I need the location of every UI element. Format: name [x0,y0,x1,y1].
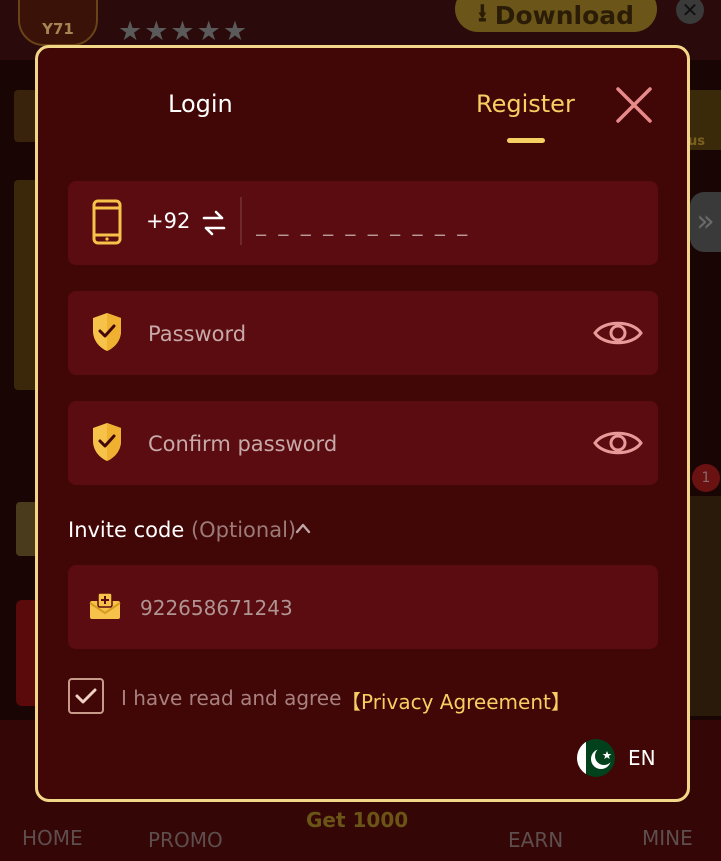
invite-code-label[interactable]: Invite code (Optional) [68,518,296,542]
active-tab-indicator [507,138,545,143]
notification-badge: 1 [692,464,720,492]
side-card-right: us [688,90,721,150]
side-card-label: us [688,134,705,149]
privacy-agreement-link[interactable]: 【Privacy Agreement】 [341,686,571,715]
chevron-up-icon[interactable] [295,522,311,534]
nav-earn[interactable]: EARN [508,828,563,852]
field-divider [240,197,242,245]
password-field [68,291,658,375]
download-icon: ⭳ [477,0,487,27]
agree-checkbox[interactable] [68,678,104,714]
invite-code-input[interactable] [138,585,622,631]
phone-input[interactable] [254,201,638,247]
eye-icon[interactable] [592,426,644,460]
nav-mine[interactable]: MINE [642,826,693,850]
invite-optional-text: (Optional) [190,518,297,542]
close-icon[interactable] [610,81,658,129]
confirm-password-field [68,401,658,485]
pakistan-flag-icon[interactable] [576,738,616,778]
tab-register[interactable]: Register [476,90,575,118]
invite-label-text: Invite code [68,518,185,542]
password-input[interactable] [146,311,570,357]
envelope-icon [89,592,121,619]
phone-icon [92,199,122,245]
checkmark-icon [75,688,97,704]
phone-field: +92 [68,181,658,265]
country-code[interactable]: +92 [146,209,190,233]
confirm-password-input[interactable] [146,421,570,467]
eye-icon[interactable] [592,316,644,350]
app-logo: Y71 [18,0,98,46]
nav-promo[interactable]: PROMO [148,828,223,852]
rating-stars: ★★★★★ [118,16,250,47]
invite-code-field [68,565,658,649]
download-button[interactable]: ⭳ Download [455,0,657,32]
agree-text: I have read and agree [121,686,342,710]
side-card-right [688,496,721,716]
nav-home[interactable]: HOME [22,826,83,850]
language-selector[interactable]: EN [628,746,656,770]
nav-get-bonus[interactable]: Get 1000 [306,808,408,832]
chevron-right-icon[interactable]: » [690,192,721,252]
swap-icon[interactable] [202,210,226,236]
shield-check-icon [93,313,121,351]
shield-check-icon [93,423,121,461]
tab-login[interactable]: Login [168,90,233,118]
register-modal: Login Register +92 _ _ _ _ _ _ _ _ _ _ I… [35,45,690,802]
download-label: Download [494,0,635,30]
